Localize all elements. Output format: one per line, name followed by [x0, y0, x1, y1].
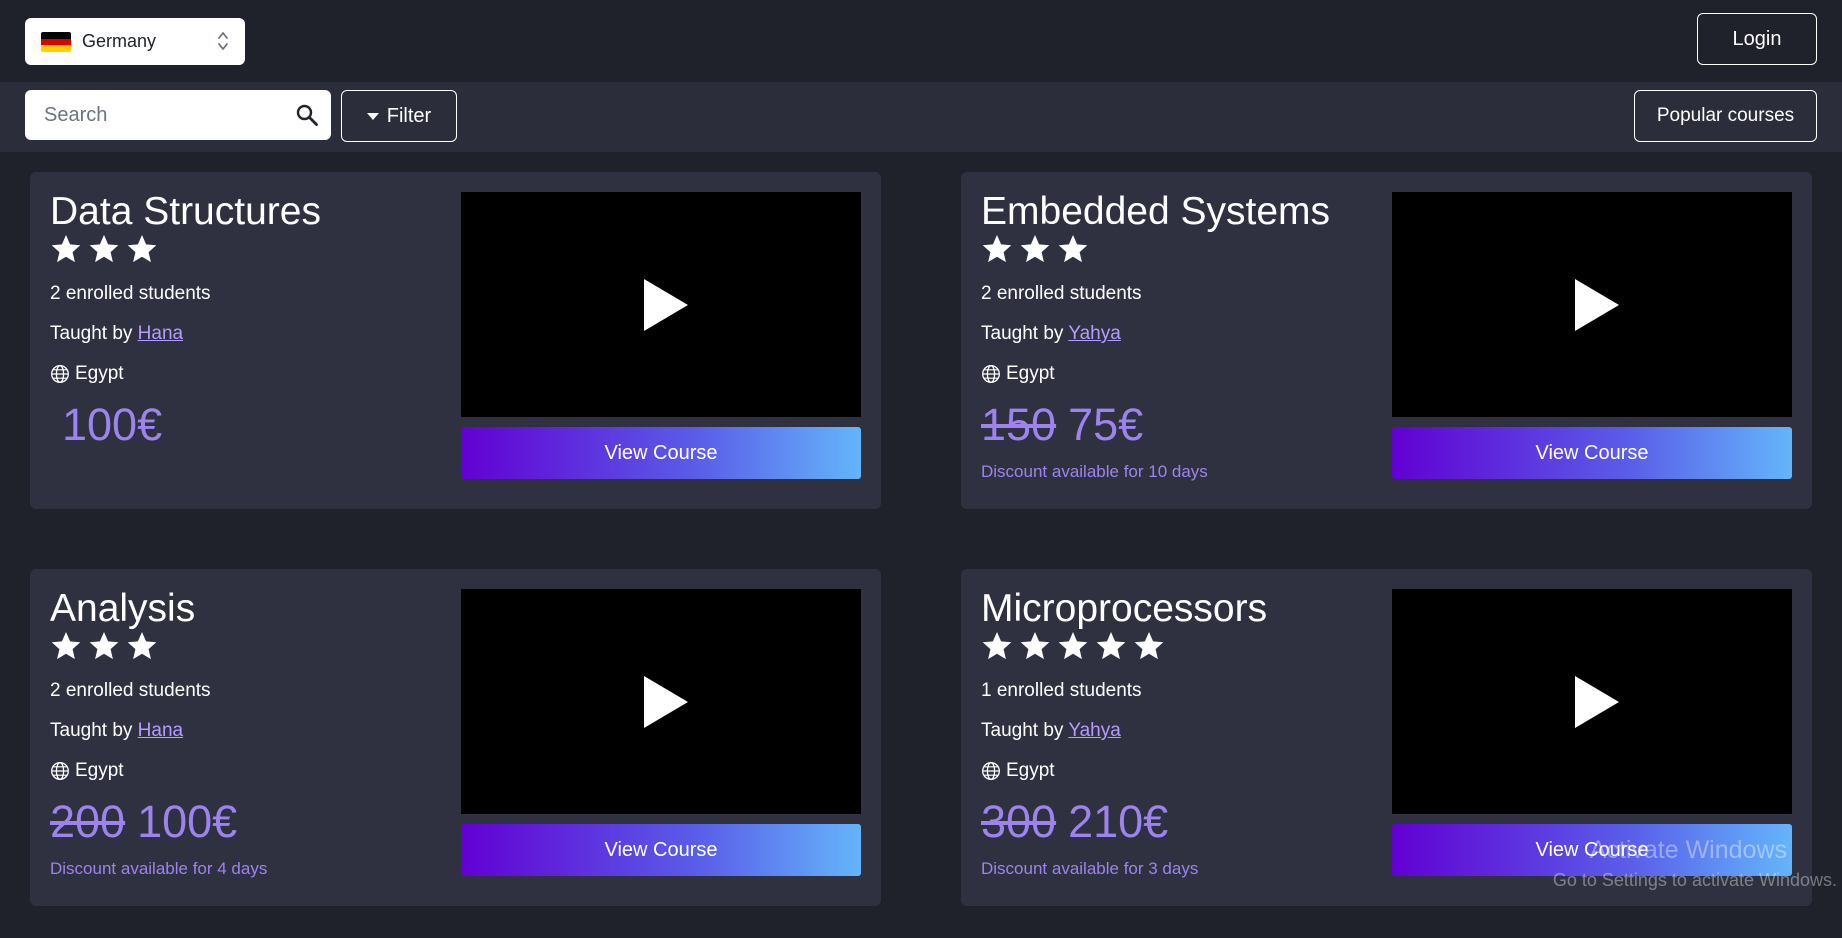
search-icon[interactable] — [295, 103, 319, 127]
filter-button[interactable]: Filter — [341, 90, 457, 142]
location-label: Egypt — [75, 363, 124, 384]
star-icon — [89, 632, 119, 660]
star-icon — [1134, 632, 1164, 660]
original-price: 150 — [981, 399, 1057, 450]
discount-note: Discount available for 10 days — [981, 462, 1208, 481]
course-card: Microprocessors 1 enrolled students Taug… — [961, 569, 1812, 906]
star-icon — [51, 632, 81, 660]
course-rating — [981, 630, 1165, 662]
course-video[interactable] — [1392, 192, 1792, 417]
course-title: Embedded Systems — [981, 190, 1331, 233]
search-box[interactable] — [25, 90, 331, 140]
course-rating — [50, 630, 158, 662]
price: 150 75€ — [981, 399, 1143, 451]
taught-by-label: Taught by — [50, 323, 138, 344]
taught-by-label: Taught by — [50, 720, 138, 741]
teacher-link[interactable]: Yahya — [1068, 323, 1120, 344]
teacher-link[interactable]: Hana — [138, 720, 183, 741]
login-button[interactable]: Login — [1697, 13, 1817, 65]
current-price: 75€ — [1068, 399, 1144, 450]
taught-by-label: Taught by — [981, 720, 1069, 741]
top-bar: Germany Login — [0, 0, 1842, 82]
enrolled-count: 1 enrolled students — [981, 680, 1142, 701]
star-icon — [1020, 235, 1050, 263]
discount-note: Discount available for 4 days — [50, 859, 268, 878]
view-course-button[interactable]: View Course — [461, 427, 861, 479]
course-video[interactable] — [461, 589, 861, 814]
globe-icon — [51, 762, 69, 780]
germany-flag-icon — [41, 32, 71, 52]
course-title: Data Structures — [50, 190, 321, 233]
view-course-button[interactable]: View Course — [461, 824, 861, 876]
course-card: Embedded Systems 2 enrolled students Tau… — [961, 172, 1812, 509]
price: 200 100€ — [50, 796, 237, 848]
taught-by: Taught by Yahya — [981, 323, 1121, 345]
popular-courses-button[interactable]: Popular courses — [1634, 90, 1817, 142]
course-card: Data Structures 2 enrolled students Taug… — [30, 172, 881, 509]
location-label: Egypt — [1006, 760, 1055, 781]
star-icon — [51, 235, 81, 263]
course-location: Egypt — [50, 363, 124, 385]
location-label: Egypt — [75, 760, 124, 781]
star-icon — [89, 235, 119, 263]
globe-icon — [982, 365, 1000, 383]
caret-down-icon — [366, 112, 379, 120]
teacher-link[interactable]: Yahya — [1068, 720, 1120, 741]
star-icon — [982, 632, 1012, 660]
select-arrows-icon — [218, 32, 228, 50]
toolbar: Filter Popular courses — [0, 82, 1842, 152]
taught-by-label: Taught by — [981, 323, 1069, 344]
course-rating — [50, 233, 158, 265]
original-price: 200 — [50, 796, 126, 847]
price: 100€ — [50, 399, 162, 451]
course-video[interactable] — [461, 192, 861, 417]
price: 300 210€ — [981, 796, 1168, 848]
star-icon — [127, 235, 157, 263]
taught-by: Taught by Hana — [50, 323, 183, 345]
taught-by: Taught by Hana — [50, 720, 183, 742]
taught-by: Taught by Yahya — [981, 720, 1121, 742]
globe-icon — [51, 365, 69, 383]
enrolled-count: 2 enrolled students — [981, 283, 1142, 304]
current-price: 100€ — [62, 399, 163, 450]
course-card: Analysis 2 enrolled students Taught by H… — [30, 569, 881, 906]
discount-note: Discount available for 3 days — [981, 859, 1199, 878]
current-price: 210€ — [1068, 796, 1169, 847]
view-course-button[interactable]: View Course — [1392, 427, 1792, 479]
star-icon — [127, 632, 157, 660]
course-location: Egypt — [50, 760, 124, 782]
enrolled-count: 2 enrolled students — [50, 680, 211, 701]
globe-icon — [982, 762, 1000, 780]
enrolled-count: 2 enrolled students — [50, 283, 211, 304]
original-price: 300 — [981, 796, 1057, 847]
country-select[interactable]: Germany — [25, 18, 245, 65]
location-label: Egypt — [1006, 363, 1055, 384]
view-course-button[interactable]: View Course — [1392, 824, 1792, 876]
star-icon — [982, 235, 1012, 263]
star-icon — [1058, 235, 1088, 263]
play-icon[interactable] — [644, 676, 688, 728]
course-title: Microprocessors — [981, 587, 1268, 630]
play-icon[interactable] — [1575, 676, 1619, 728]
star-icon — [1020, 632, 1050, 660]
search-input[interactable] — [25, 90, 275, 140]
play-icon[interactable] — [644, 279, 688, 331]
current-price: 100€ — [137, 796, 238, 847]
course-location: Egypt — [981, 760, 1055, 782]
course-video[interactable] — [1392, 589, 1792, 814]
star-icon — [1058, 632, 1088, 660]
filter-button-label: Filter — [386, 104, 432, 127]
course-rating — [981, 233, 1089, 265]
country-select-value: Germany — [82, 31, 157, 51]
play-icon[interactable] — [1575, 279, 1619, 331]
star-icon — [1096, 632, 1126, 660]
course-title: Analysis — [50, 587, 196, 630]
course-location: Egypt — [981, 363, 1055, 385]
teacher-link[interactable]: Hana — [138, 323, 183, 344]
